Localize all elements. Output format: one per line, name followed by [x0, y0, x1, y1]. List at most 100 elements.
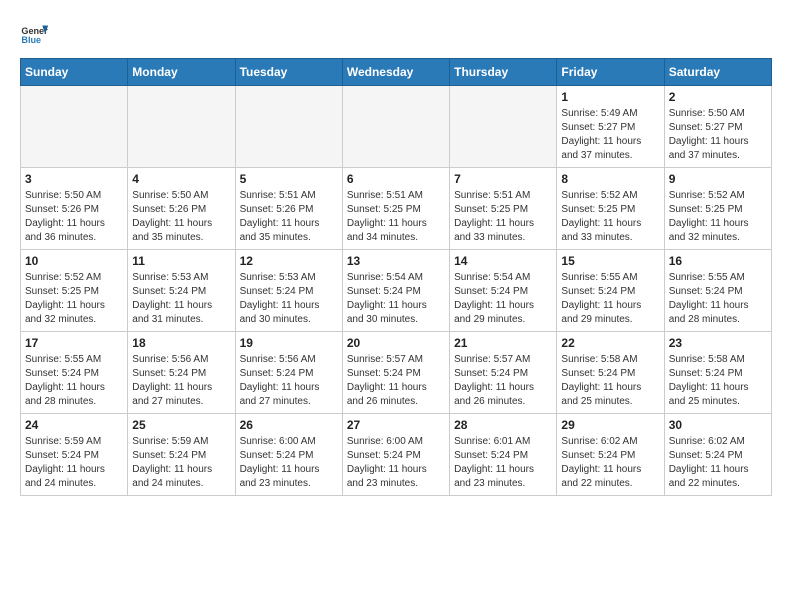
cell-day-number: 5	[240, 172, 338, 186]
cell-day-number: 29	[561, 418, 659, 432]
day-header-tuesday: Tuesday	[235, 59, 342, 86]
calendar-cell: 13 Sunrise: 5:54 AM Sunset: 5:24 PM Dayl…	[342, 250, 449, 332]
cell-day-number: 21	[454, 336, 552, 350]
cell-info: Sunrise: 5:51 AM Sunset: 5:26 PM Dayligh…	[240, 189, 338, 245]
page-header: General Blue	[20, 20, 772, 48]
calendar-cell: 5 Sunrise: 5:51 AM Sunset: 5:26 PM Dayli…	[235, 168, 342, 250]
day-header-sunday: Sunday	[21, 59, 128, 86]
calendar-cell	[235, 86, 342, 168]
calendar-cell: 7 Sunrise: 5:51 AM Sunset: 5:25 PM Dayli…	[450, 168, 557, 250]
cell-info: Sunrise: 5:50 AM Sunset: 5:26 PM Dayligh…	[25, 189, 123, 245]
calendar-cell: 28 Sunrise: 6:01 AM Sunset: 5:24 PM Dayl…	[450, 414, 557, 496]
cell-day-number: 19	[240, 336, 338, 350]
calendar-cell: 17 Sunrise: 5:55 AM Sunset: 5:24 PM Dayl…	[21, 332, 128, 414]
cell-day-number: 30	[669, 418, 767, 432]
calendar-cell: 6 Sunrise: 5:51 AM Sunset: 5:25 PM Dayli…	[342, 168, 449, 250]
cell-info: Sunrise: 5:57 AM Sunset: 5:24 PM Dayligh…	[347, 353, 445, 409]
calendar-cell: 12 Sunrise: 5:53 AM Sunset: 5:24 PM Dayl…	[235, 250, 342, 332]
cell-info: Sunrise: 5:52 AM Sunset: 5:25 PM Dayligh…	[561, 189, 659, 245]
calendar-week-4: 17 Sunrise: 5:55 AM Sunset: 5:24 PM Dayl…	[21, 332, 772, 414]
cell-info: Sunrise: 5:56 AM Sunset: 5:24 PM Dayligh…	[240, 353, 338, 409]
cell-day-number: 16	[669, 254, 767, 268]
cell-info: Sunrise: 5:54 AM Sunset: 5:24 PM Dayligh…	[347, 271, 445, 327]
cell-info: Sunrise: 5:55 AM Sunset: 5:24 PM Dayligh…	[669, 271, 767, 327]
cell-day-number: 12	[240, 254, 338, 268]
cell-info: Sunrise: 5:55 AM Sunset: 5:24 PM Dayligh…	[561, 271, 659, 327]
cell-info: Sunrise: 5:53 AM Sunset: 5:24 PM Dayligh…	[132, 271, 230, 327]
calendar-cell: 19 Sunrise: 5:56 AM Sunset: 5:24 PM Dayl…	[235, 332, 342, 414]
cell-day-number: 10	[25, 254, 123, 268]
calendar-week-2: 3 Sunrise: 5:50 AM Sunset: 5:26 PM Dayli…	[21, 168, 772, 250]
cell-info: Sunrise: 5:52 AM Sunset: 5:25 PM Dayligh…	[25, 271, 123, 327]
cell-day-number: 7	[454, 172, 552, 186]
day-header-friday: Friday	[557, 59, 664, 86]
calendar-cell: 25 Sunrise: 5:59 AM Sunset: 5:24 PM Dayl…	[128, 414, 235, 496]
logo: General Blue	[20, 20, 52, 48]
cell-info: Sunrise: 5:49 AM Sunset: 5:27 PM Dayligh…	[561, 107, 659, 163]
calendar-cell: 30 Sunrise: 6:02 AM Sunset: 5:24 PM Dayl…	[664, 414, 771, 496]
day-header-wednesday: Wednesday	[342, 59, 449, 86]
svg-text:Blue: Blue	[21, 35, 41, 45]
cell-day-number: 14	[454, 254, 552, 268]
cell-info: Sunrise: 6:01 AM Sunset: 5:24 PM Dayligh…	[454, 435, 552, 491]
calendar-cell: 8 Sunrise: 5:52 AM Sunset: 5:25 PM Dayli…	[557, 168, 664, 250]
cell-info: Sunrise: 5:56 AM Sunset: 5:24 PM Dayligh…	[132, 353, 230, 409]
calendar-cell: 23 Sunrise: 5:58 AM Sunset: 5:24 PM Dayl…	[664, 332, 771, 414]
cell-info: Sunrise: 5:58 AM Sunset: 5:24 PM Dayligh…	[561, 353, 659, 409]
cell-day-number: 25	[132, 418, 230, 432]
cell-info: Sunrise: 5:54 AM Sunset: 5:24 PM Dayligh…	[454, 271, 552, 327]
logo-icon: General Blue	[20, 20, 48, 48]
calendar-cell: 4 Sunrise: 5:50 AM Sunset: 5:26 PM Dayli…	[128, 168, 235, 250]
calendar-cell: 2 Sunrise: 5:50 AM Sunset: 5:27 PM Dayli…	[664, 86, 771, 168]
cell-day-number: 24	[25, 418, 123, 432]
calendar-cell	[342, 86, 449, 168]
cell-day-number: 26	[240, 418, 338, 432]
calendar-cell: 10 Sunrise: 5:52 AM Sunset: 5:25 PM Dayl…	[21, 250, 128, 332]
calendar-cell: 3 Sunrise: 5:50 AM Sunset: 5:26 PM Dayli…	[21, 168, 128, 250]
calendar-cell: 29 Sunrise: 6:02 AM Sunset: 5:24 PM Dayl…	[557, 414, 664, 496]
cell-info: Sunrise: 5:50 AM Sunset: 5:26 PM Dayligh…	[132, 189, 230, 245]
calendar-cell: 9 Sunrise: 5:52 AM Sunset: 5:25 PM Dayli…	[664, 168, 771, 250]
cell-info: Sunrise: 5:59 AM Sunset: 5:24 PM Dayligh…	[25, 435, 123, 491]
cell-day-number: 9	[669, 172, 767, 186]
cell-day-number: 27	[347, 418, 445, 432]
calendar-cell: 16 Sunrise: 5:55 AM Sunset: 5:24 PM Dayl…	[664, 250, 771, 332]
calendar-week-5: 24 Sunrise: 5:59 AM Sunset: 5:24 PM Dayl…	[21, 414, 772, 496]
calendar-header: SundayMondayTuesdayWednesdayThursdayFrid…	[21, 59, 772, 86]
cell-info: Sunrise: 5:50 AM Sunset: 5:27 PM Dayligh…	[669, 107, 767, 163]
calendar-cell: 14 Sunrise: 5:54 AM Sunset: 5:24 PM Dayl…	[450, 250, 557, 332]
cell-day-number: 28	[454, 418, 552, 432]
cell-info: Sunrise: 6:00 AM Sunset: 5:24 PM Dayligh…	[347, 435, 445, 491]
cell-day-number: 18	[132, 336, 230, 350]
calendar-week-1: 1 Sunrise: 5:49 AM Sunset: 5:27 PM Dayli…	[21, 86, 772, 168]
cell-day-number: 13	[347, 254, 445, 268]
day-header-saturday: Saturday	[664, 59, 771, 86]
calendar-table: SundayMondayTuesdayWednesdayThursdayFrid…	[20, 58, 772, 496]
calendar-cell: 1 Sunrise: 5:49 AM Sunset: 5:27 PM Dayli…	[557, 86, 664, 168]
cell-info: Sunrise: 5:51 AM Sunset: 5:25 PM Dayligh…	[454, 189, 552, 245]
cell-info: Sunrise: 5:55 AM Sunset: 5:24 PM Dayligh…	[25, 353, 123, 409]
cell-day-number: 4	[132, 172, 230, 186]
calendar-cell: 24 Sunrise: 5:59 AM Sunset: 5:24 PM Dayl…	[21, 414, 128, 496]
calendar-cell	[450, 86, 557, 168]
cell-info: Sunrise: 5:57 AM Sunset: 5:24 PM Dayligh…	[454, 353, 552, 409]
cell-info: Sunrise: 6:02 AM Sunset: 5:24 PM Dayligh…	[669, 435, 767, 491]
calendar-cell	[21, 86, 128, 168]
cell-info: Sunrise: 5:52 AM Sunset: 5:25 PM Dayligh…	[669, 189, 767, 245]
calendar-cell	[128, 86, 235, 168]
cell-day-number: 17	[25, 336, 123, 350]
cell-info: Sunrise: 5:53 AM Sunset: 5:24 PM Dayligh…	[240, 271, 338, 327]
calendar-cell: 20 Sunrise: 5:57 AM Sunset: 5:24 PM Dayl…	[342, 332, 449, 414]
cell-day-number: 23	[669, 336, 767, 350]
calendar-cell: 26 Sunrise: 6:00 AM Sunset: 5:24 PM Dayl…	[235, 414, 342, 496]
cell-info: Sunrise: 5:51 AM Sunset: 5:25 PM Dayligh…	[347, 189, 445, 245]
cell-info: Sunrise: 6:02 AM Sunset: 5:24 PM Dayligh…	[561, 435, 659, 491]
cell-day-number: 15	[561, 254, 659, 268]
cell-day-number: 11	[132, 254, 230, 268]
cell-day-number: 2	[669, 90, 767, 104]
cell-info: Sunrise: 5:59 AM Sunset: 5:24 PM Dayligh…	[132, 435, 230, 491]
calendar-week-3: 10 Sunrise: 5:52 AM Sunset: 5:25 PM Dayl…	[21, 250, 772, 332]
cell-day-number: 20	[347, 336, 445, 350]
cell-info: Sunrise: 5:58 AM Sunset: 5:24 PM Dayligh…	[669, 353, 767, 409]
cell-day-number: 1	[561, 90, 659, 104]
